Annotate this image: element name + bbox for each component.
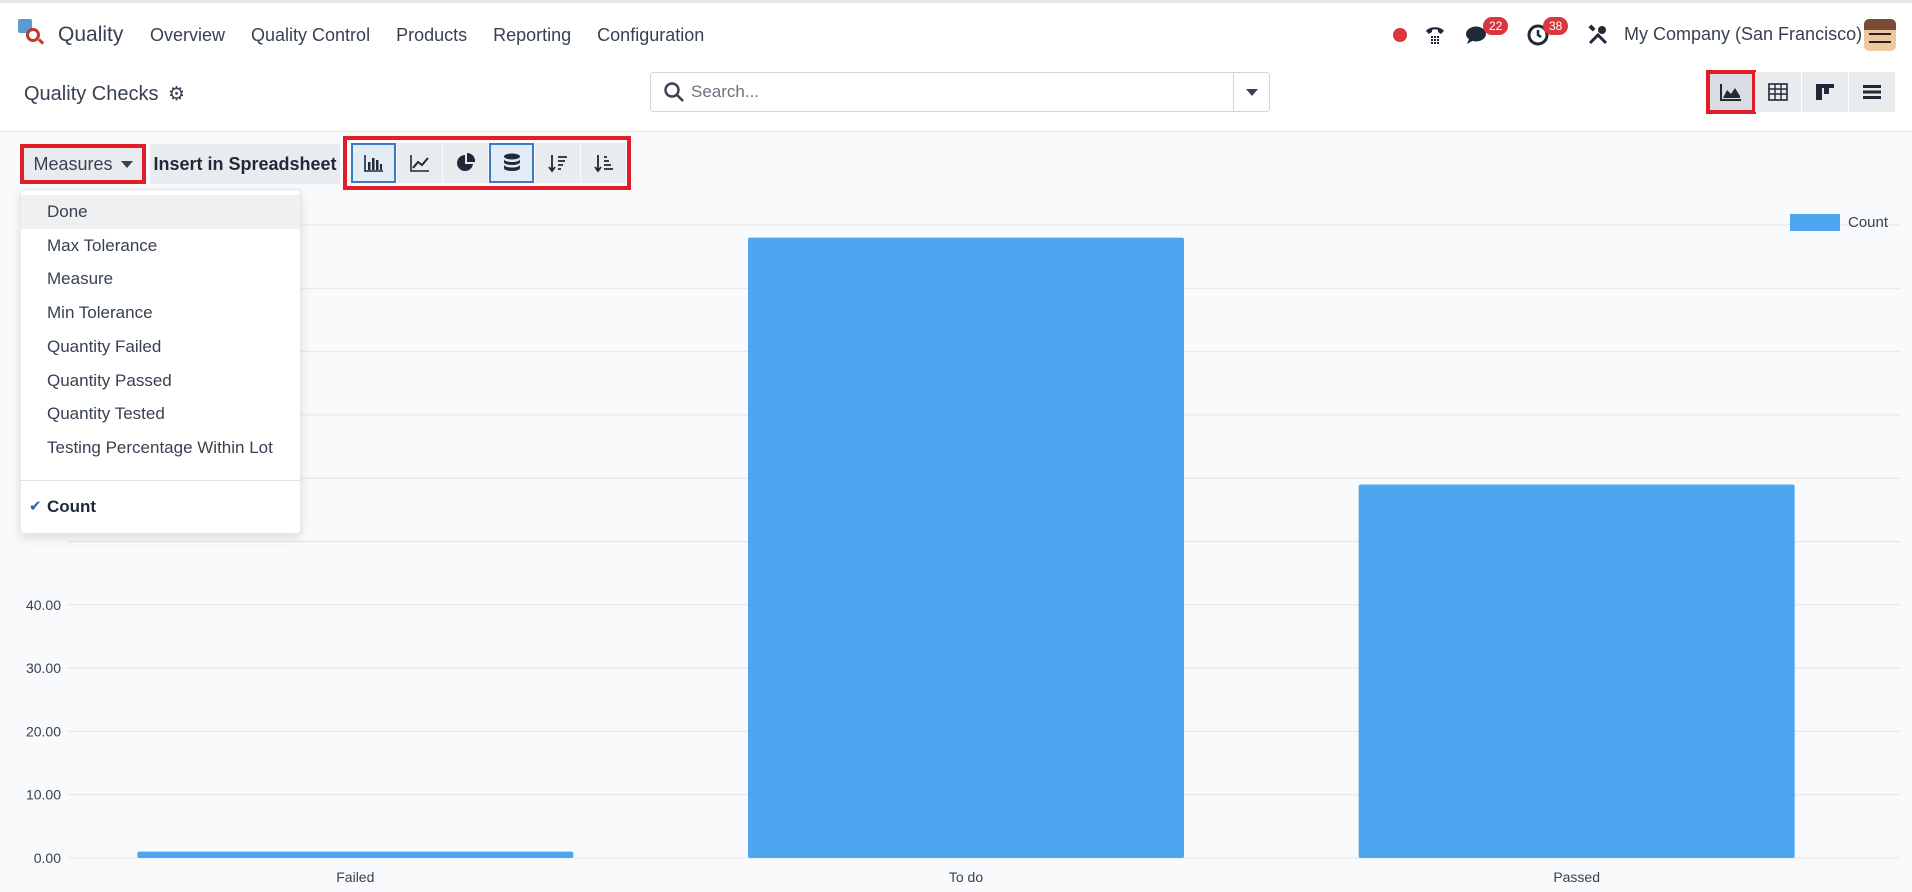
x-tick-label: To do: [949, 869, 983, 885]
search-input[interactable]: [691, 73, 1211, 111]
line-chart-button[interactable]: [397, 143, 442, 183]
stacked-button[interactable]: [489, 143, 534, 183]
x-tick-label: Passed: [1553, 869, 1600, 885]
app-name[interactable]: Quality: [58, 23, 123, 47]
y-tick-label: 20.00: [26, 723, 61, 739]
sort-ascending-icon: [593, 155, 613, 173]
measure-quantity-passed[interactable]: Quantity Passed: [21, 364, 300, 398]
graph-view-button[interactable]: [1706, 70, 1756, 114]
page-title: Quality Checks: [24, 83, 159, 105]
sort-descending-icon: [547, 155, 567, 173]
legend-label: Count: [1848, 214, 1889, 231]
measures-dropdown: Done Max Tolerance Measure Min Tolerance…: [20, 189, 301, 534]
area-chart-icon: [1720, 84, 1741, 101]
measures-button[interactable]: Measures: [20, 144, 146, 184]
chart-legend[interactable]: Count: [1790, 214, 1888, 231]
list-icon: [1863, 85, 1881, 99]
menu-products[interactable]: Products: [396, 25, 467, 46]
menu-quality-control[interactable]: Quality Control: [251, 25, 370, 46]
table-icon: [1768, 83, 1788, 101]
legend-swatch: [1790, 214, 1840, 231]
recording-dot-icon[interactable]: [1393, 17, 1407, 53]
main-menu: Overview Quality Control Products Report…: [150, 25, 730, 46]
user-avatar[interactable]: [1864, 19, 1896, 51]
pie-chart-icon: [456, 153, 475, 171]
database-stack-icon: [503, 153, 520, 171]
measure-count-label: Count: [47, 497, 97, 516]
messages-icon[interactable]: 22: [1465, 17, 1509, 53]
y-tick-label: 40.00: [26, 597, 61, 613]
quality-app-icon[interactable]: [18, 19, 46, 47]
measure-done[interactable]: Done: [21, 195, 300, 229]
measures-label: Measures: [33, 153, 113, 174]
measure-min-tolerance[interactable]: Min Tolerance: [21, 296, 300, 330]
measure-quantity-failed[interactable]: Quantity Failed: [21, 330, 300, 364]
pie-chart-button[interactable]: [443, 143, 488, 183]
bar-passed: [1358, 484, 1795, 858]
measure-quantity-tested[interactable]: Quantity Tested: [21, 397, 300, 431]
dropdown-divider: [21, 480, 300, 481]
kanban-icon: [1816, 84, 1834, 100]
line-chart-icon: [409, 155, 429, 172]
chart-type-group: [343, 136, 631, 190]
bar-chart-icon: [363, 155, 383, 172]
bar-to-do: [748, 237, 1184, 858]
activities-icon[interactable]: 38: [1527, 17, 1569, 53]
checkmark-icon: ✔: [29, 498, 42, 515]
search-bar: [650, 72, 1270, 112]
company-switcher[interactable]: My Company (San Francisco): [1624, 24, 1862, 45]
messages-badge: 22: [1483, 17, 1509, 35]
sort-descending-button[interactable]: [535, 143, 580, 183]
graph-toolbar: Measures Insert in Spreadsheet: [0, 132, 1912, 192]
sort-ascending-button[interactable]: [581, 143, 626, 183]
pivot-view-button[interactable]: [1755, 72, 1801, 112]
menu-reporting[interactable]: Reporting: [493, 25, 571, 46]
caret-down-icon: [120, 160, 133, 168]
control-panel: Quality Checks ⚙: [0, 64, 1912, 132]
y-tick-label: 10.00: [26, 787, 61, 803]
menu-overview[interactable]: Overview: [150, 25, 225, 46]
search-icon: [664, 82, 684, 102]
chevron-down-icon: [1245, 88, 1258, 96]
y-tick-label: 0.00: [34, 850, 61, 866]
measure-measure[interactable]: Measure: [21, 262, 300, 296]
search-options-toggle[interactable]: [1233, 73, 1269, 111]
measure-max-tolerance[interactable]: Max Tolerance: [21, 229, 300, 263]
y-tick-label: 30.00: [26, 660, 61, 676]
top-navbar: Quality Overview Quality Control Product…: [0, 0, 1912, 64]
gear-icon[interactable]: ⚙: [168, 83, 185, 106]
bar-failed: [137, 851, 574, 858]
debug-tools-icon[interactable]: [1587, 17, 1609, 53]
insert-in-spreadsheet-button[interactable]: Insert in Spreadsheet: [150, 144, 340, 184]
kanban-view-button[interactable]: [1802, 72, 1848, 112]
list-view-button[interactable]: [1849, 72, 1895, 112]
measure-testing-percentage[interactable]: Testing Percentage Within Lot: [21, 431, 300, 465]
menu-configuration[interactable]: Configuration: [597, 25, 704, 46]
phone-icon[interactable]: [1423, 17, 1447, 53]
activities-badge: 38: [1543, 17, 1569, 35]
bar-chart-button[interactable]: [351, 143, 396, 183]
view-switcher: [1706, 70, 1896, 114]
x-tick-label: Failed: [336, 869, 374, 885]
measure-count[interactable]: ✔ Count: [21, 490, 300, 524]
